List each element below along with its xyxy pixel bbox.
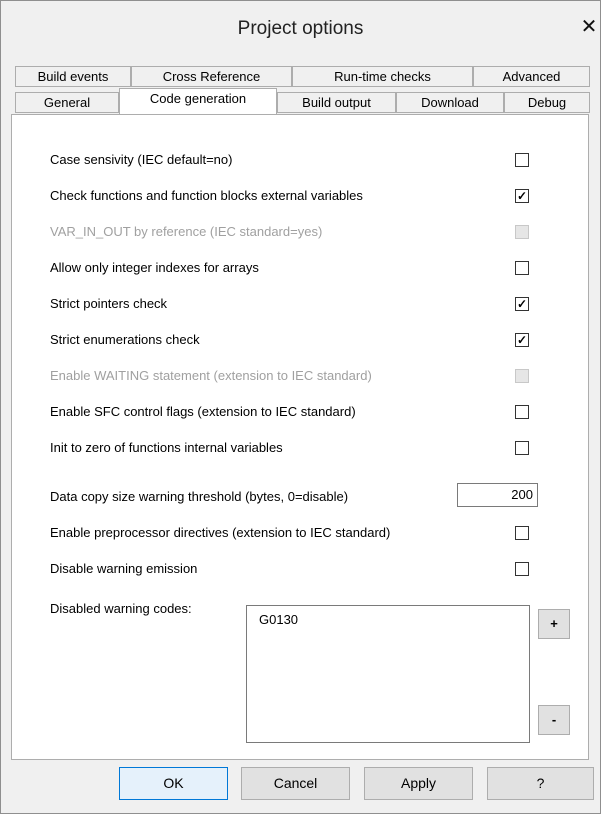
tab-build-output[interactable]: Build output: [277, 92, 396, 113]
tab-build-events[interactable]: Build events: [15, 66, 131, 87]
threshold-label: Data copy size warning threshold (bytes,…: [50, 489, 349, 504]
option-label: Allow only integer indexes for arrays: [50, 260, 259, 275]
help-button[interactable]: ?: [487, 767, 594, 800]
option-label: Strict pointers check: [50, 296, 168, 311]
tab-code-generation[interactable]: Code generation: [119, 88, 277, 114]
cancel-button[interactable]: Cancel: [241, 767, 350, 800]
option-checkbox[interactable]: [515, 261, 529, 275]
option-checkbox[interactable]: ✓: [515, 333, 529, 347]
option-label: VAR_IN_OUT by reference (IEC standard=ye…: [50, 224, 323, 239]
project-options-dialog: Project options ✕ Build events Cross Ref…: [0, 0, 601, 814]
title-bar: Project options ✕: [1, 1, 600, 59]
close-icon[interactable]: ✕: [578, 15, 600, 39]
tab-advanced[interactable]: Advanced: [473, 66, 590, 87]
option-checkbox: [515, 369, 529, 383]
option-label: Enable WAITING statement (extension to I…: [50, 368, 372, 383]
option-checkbox[interactable]: ✓: [515, 297, 529, 311]
code-generation-panel: Case sensivity (IEC default=no) Check fun…: [11, 114, 589, 760]
option-checkbox[interactable]: ✓: [515, 189, 529, 203]
option-checkbox[interactable]: [515, 562, 529, 576]
option-checkbox[interactable]: [515, 405, 529, 419]
threshold-input[interactable]: 200: [457, 483, 538, 507]
option-checkbox[interactable]: [515, 441, 529, 455]
option-checkbox[interactable]: [515, 153, 529, 167]
ok-button[interactable]: OK: [119, 767, 228, 800]
disabled-warning-codes-list[interactable]: G0130: [246, 605, 530, 743]
tab-run-time-checks[interactable]: Run-time checks: [292, 66, 473, 87]
option-label: Check functions and function blocks exte…: [50, 188, 363, 203]
apply-button[interactable]: Apply: [364, 767, 473, 800]
tab-debug[interactable]: Debug: [504, 92, 590, 113]
add-warning-code-button[interactable]: +: [538, 609, 570, 639]
option-label: Enable preprocessor directives (extensio…: [50, 525, 391, 540]
option-label: Init to zero of functions internal varia…: [50, 440, 283, 455]
option-label: Disable warning emission: [50, 561, 198, 576]
option-checkbox[interactable]: [515, 526, 529, 540]
option-label: Enable SFC control flags (extension to I…: [50, 404, 356, 419]
remove-warning-code-button[interactable]: -: [538, 705, 570, 735]
option-label: Case sensivity (IEC default=no): [50, 152, 233, 167]
tab-download[interactable]: Download: [396, 92, 504, 113]
option-checkbox: [515, 225, 529, 239]
list-item[interactable]: G0130: [259, 612, 529, 627]
tab-cross-reference[interactable]: Cross Reference: [131, 66, 292, 87]
disabled-warning-codes-label: Disabled warning codes:: [50, 601, 192, 616]
dialog-title: Project options: [237, 18, 364, 39]
tab-general[interactable]: General: [15, 92, 119, 113]
option-label: Strict enumerations check: [50, 332, 200, 347]
